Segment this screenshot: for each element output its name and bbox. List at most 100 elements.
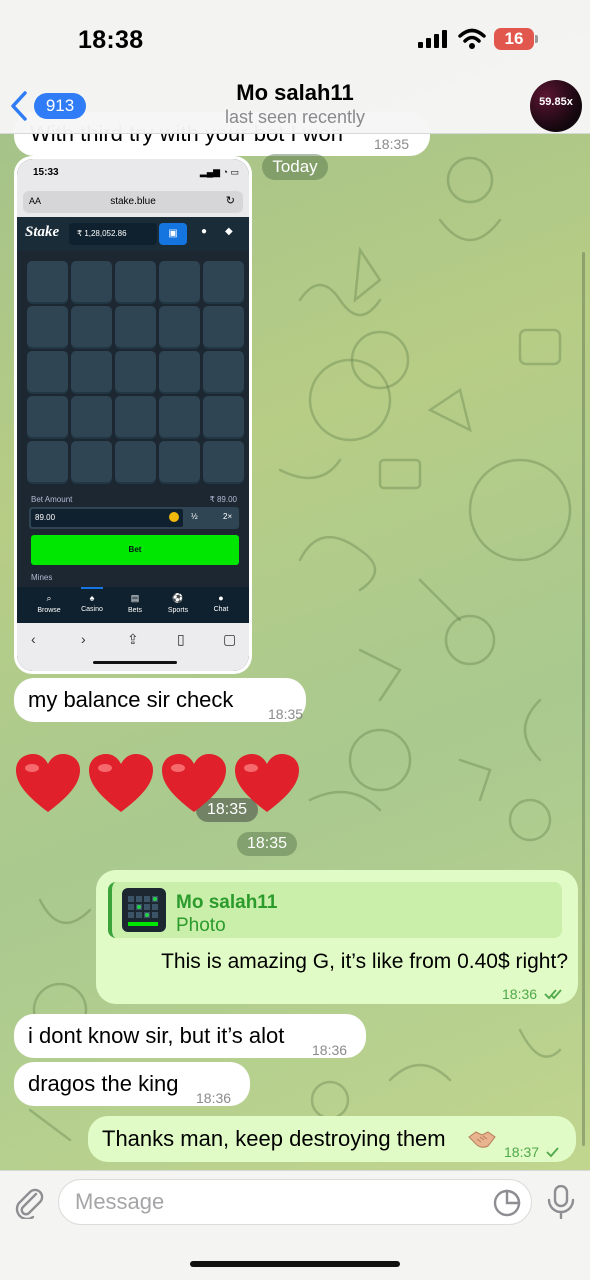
mine-tile — [159, 396, 200, 437]
message-alot[interactable]: i dont know sir, but it’s alot 18:36 — [14, 1014, 366, 1058]
message-time: 18:36 — [502, 980, 566, 1008]
heart-icon — [160, 752, 230, 822]
chat-scrollbar[interactable] — [582, 252, 585, 1146]
paperclip-icon[interactable] — [12, 1185, 46, 1219]
chat-subtitle: last seen recently — [224, 107, 366, 127]
message-text: This is amazing G, it’s like from 0.40$ … — [161, 950, 568, 973]
check-icon — [546, 1147, 559, 1158]
hearts-message[interactable] — [14, 752, 304, 822]
mine-tile — [71, 351, 112, 392]
screenshot-time: 15:33 — [33, 167, 59, 178]
battery-level: 16 — [504, 29, 524, 48]
double-button: 2× — [223, 512, 233, 521]
coin-icon — [169, 512, 179, 522]
message-time: 18:36 — [196, 1090, 232, 1106]
mine-tile — [159, 351, 200, 392]
tabs-icon: ▢ — [223, 631, 237, 647]
nav-casino: ♠ Casino — [81, 593, 103, 613]
quote-type: Photo — [176, 915, 226, 936]
forward-arrow-icon: › — [81, 631, 86, 647]
message-text: i dont know sir, but it’s alot — [28, 1023, 285, 1048]
message-reply[interactable]: Mo salah11 Photo This is amazing G, it’s… — [96, 870, 578, 1004]
mine-tile — [203, 441, 244, 482]
signal-icon — [418, 30, 447, 48]
stake-header: Stake ₹ 1,28,052.86 ▣ ● ◆ — [17, 217, 249, 251]
hearts-time: 18:35 — [237, 832, 297, 856]
mine-tile — [71, 306, 112, 347]
contact-avatar[interactable]: 59.85x — [530, 80, 582, 132]
screenshot-status-bar: 15:33 ▂▄▆ ◔ ▭ — [17, 159, 249, 189]
mine-tile — [203, 306, 244, 347]
user-icon: ● — [201, 226, 208, 237]
screenshot-url: stake.blue — [110, 196, 156, 207]
message-text: dragos the king — [28, 1071, 179, 1096]
heart-icon — [233, 752, 303, 822]
reply-quote[interactable]: Mo salah11 Photo — [108, 882, 562, 938]
message-dragos[interactable]: dragos the king 18:36 — [14, 1062, 250, 1106]
mic-icon[interactable] — [546, 1185, 576, 1219]
mine-tile — [115, 261, 156, 302]
chat-title[interactable]: Mo salah11 — [130, 80, 460, 106]
half-button: ½ — [191, 512, 198, 521]
share-icon: ⇪ — [127, 631, 139, 647]
mine-tile — [203, 396, 244, 437]
message-time: 18:35 — [374, 136, 410, 152]
mine-tile — [159, 261, 200, 302]
nav-chat: ● Chat — [213, 593, 229, 613]
mine-tile — [203, 351, 244, 392]
stake-logo: Stake — [25, 224, 60, 240]
heart-icon — [14, 752, 84, 822]
message-time: 18:35 — [268, 706, 304, 722]
back-button[interactable]: 913 — [8, 86, 88, 126]
stake-balance: ₹ 1,28,052.86 — [69, 223, 157, 245]
screenshot-status-icons: ▂▄▆ ◔ ▭ — [199, 167, 239, 177]
nav-bets: ▤ Bets — [127, 593, 142, 614]
message-time: 18:37 — [504, 1138, 560, 1166]
screenshot-url-bar: AA stake.blue ↻ — [17, 189, 249, 217]
mine-tile — [27, 261, 68, 302]
bet-amount-value: 89.00 — [31, 509, 183, 527]
message-time: 18:36 — [312, 1042, 348, 1058]
mine-tile — [159, 306, 200, 347]
avatar-text: 59.85x — [539, 96, 573, 108]
mine-tile — [115, 351, 156, 392]
mine-tile — [71, 261, 112, 302]
bet-amount-right: ₹ 89.00 — [209, 495, 237, 504]
reload-icon: ↻ — [225, 195, 235, 207]
quote-thumbnail — [122, 888, 166, 932]
mine-tile — [27, 306, 68, 347]
home-indicator — [190, 1261, 400, 1267]
back-arrow-icon: ‹ — [31, 631, 36, 647]
mine-tile — [115, 306, 156, 347]
wallet-icon: ▣ — [159, 223, 187, 245]
mine-tile — [27, 396, 68, 437]
mine-tile — [27, 441, 68, 482]
mine-tile — [115, 396, 156, 437]
message-text: my balance sir check — [28, 687, 234, 712]
mine-tile — [71, 396, 112, 437]
heart-icon — [87, 752, 157, 822]
bet-button: Bet — [31, 535, 239, 565]
stake-screenshot: 15:33 ▂▄▆ ◔ ▭ AA stake.blue ↻ Stake ₹ 1,… — [17, 159, 249, 671]
photo-message[interactable]: 15:33 ▂▄▆ ◔ ▭ AA stake.blue ↻ Stake ₹ 1,… — [14, 156, 258, 822]
bet-amount-field: 89.00 ½ 2× — [29, 507, 239, 529]
status-time: 18:38 — [78, 26, 144, 54]
message-thanks[interactable]: Thanks man, keep destroying them 18:37 — [88, 1116, 576, 1162]
back-chevron-icon — [11, 91, 27, 121]
sticker-icon[interactable] — [493, 1189, 521, 1217]
mine-tile — [115, 441, 156, 482]
mine-tile — [27, 351, 68, 392]
message-balance[interactable]: my balance sir check 18:35 — [14, 678, 306, 722]
mines-label: Mines — [31, 573, 53, 582]
bet-amount-label: Bet Amount — [31, 495, 73, 504]
nav-browse: ⌕ Browse — [37, 593, 61, 614]
mine-tile — [159, 441, 200, 482]
safari-toolbar: ‹ › ⇪ ▯ ▢ — [17, 623, 249, 671]
message-text: Thanks man, keep destroying them — [102, 1126, 446, 1151]
unread-count-badge: 913 — [34, 93, 86, 119]
top-bar: 18:38 16 913 Mo salah11 last seen recent… — [0, 0, 590, 134]
battery-indicator: 16 — [494, 28, 538, 50]
stake-bottom-nav: ⌕ Browse ♠ Casino ▤ Bets ⚽ Sports ● Chat — [17, 587, 249, 623]
notification-icon: ◆ — [225, 226, 233, 237]
message-input[interactable] — [75, 1188, 485, 1216]
